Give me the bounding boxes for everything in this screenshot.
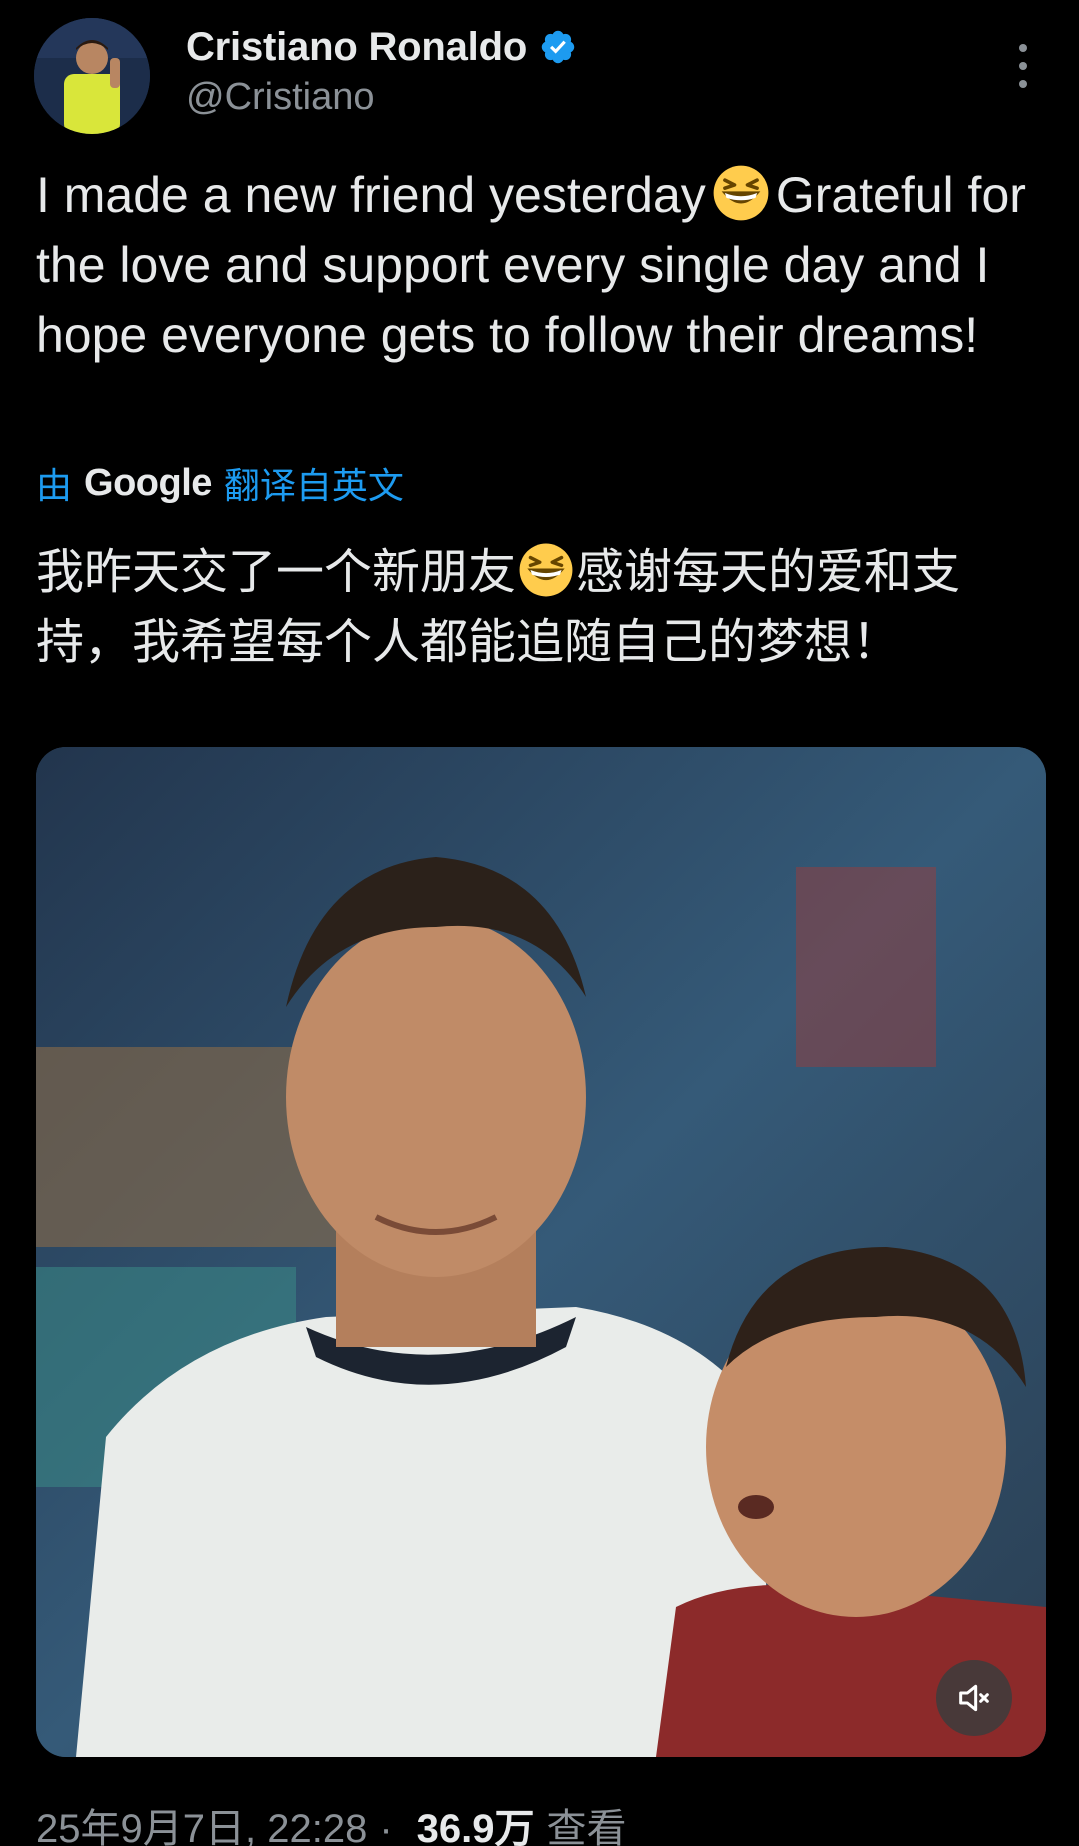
views-count: 36.9万 — [416, 1807, 535, 1846]
video-frame — [36, 747, 1046, 1757]
author-handle[interactable]: @Cristiano — [186, 76, 375, 119]
tweet-date[interactable]: 25年9月7日 — [36, 1796, 245, 1846]
speaker-muted-icon — [959, 1684, 989, 1712]
tweet-meta: 25年9月7日, 22:28 · 36.9万 查看 — [36, 1796, 627, 1846]
mute-toggle-button[interactable] — [936, 1660, 1012, 1736]
verified-badge-icon — [541, 30, 575, 64]
tweet-text-part1: I made a new friend yesterday — [36, 167, 706, 223]
translation-label[interactable]: 由 Google 翻译自英文 — [36, 458, 404, 508]
author-avatar[interactable] — [34, 18, 150, 134]
grinning-squinting-face-icon — [713, 165, 769, 221]
translation-provider: Google — [84, 461, 212, 504]
more-options-icon[interactable] — [1008, 44, 1038, 88]
tweet-video[interactable] — [36, 747, 1046, 1757]
tweet-detail: Cristiano Ronaldo @Cristiano I made a ne… — [0, 0, 1079, 1846]
grinning-squinting-face-icon — [519, 543, 573, 597]
author-display-name[interactable]: Cristiano Ronaldo — [186, 25, 527, 70]
views-label: 查看 — [546, 1807, 627, 1846]
tweet-text: I made a new friend yesterday Grateful f… — [36, 160, 1056, 370]
author-name-row[interactable]: Cristiano Ronaldo — [186, 22, 577, 72]
avatar-image — [34, 18, 150, 134]
meta-separator: · — [379, 1807, 393, 1846]
translation-prefix: 由 — [36, 465, 73, 506]
tweet-time[interactable]: 22:28 — [267, 1807, 367, 1846]
translation-suffix: 翻译自英文 — [223, 465, 404, 506]
translated-text-part1: 我昨天交了一个新朋友 — [36, 546, 517, 599]
translated-text: 我昨天交了一个新朋友 感谢每天的爱和支持，我希望每个人都能追随自己的梦想！ — [36, 538, 1056, 678]
